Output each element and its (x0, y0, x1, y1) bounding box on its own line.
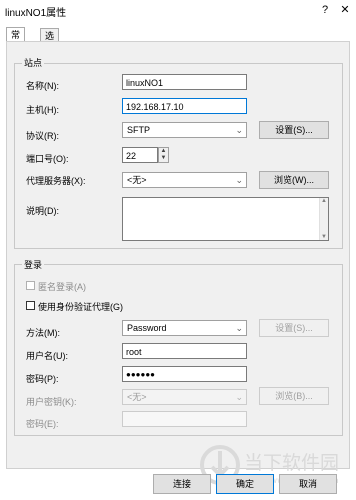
description-label: 说明(D): (26, 206, 59, 216)
agent-label: 使用身份验证代理(G) (38, 302, 123, 312)
userkey-label: 用户密钥(K): (26, 397, 77, 407)
protocol-label: 协议(R): (26, 131, 59, 141)
userkey-value: <无> (127, 392, 147, 402)
proxy-select[interactable]: <无> ⌄ (122, 172, 247, 188)
port-spinner[interactable]: ▲ ▼ (158, 147, 169, 163)
close-button[interactable]: ✕ (336, 2, 354, 18)
help-button[interactable]: ? (316, 2, 334, 18)
host-input[interactable]: 192.168.17.10 (122, 98, 247, 114)
anonymous-label: 匿名登录(A) (38, 282, 86, 292)
proxy-browse-button[interactable]: 浏览(W)... (259, 171, 329, 189)
spin-up-icon[interactable]: ▲ (159, 148, 168, 155)
scroll-down-icon[interactable]: ▼ (320, 234, 328, 240)
download-arrow-icon (210, 451, 230, 478)
protocol-select[interactable]: SFTP ⌄ (122, 122, 247, 138)
chevron-down-icon: ⌄ (235, 392, 243, 402)
agent-checkbox[interactable] (26, 301, 35, 310)
username-input[interactable]: root (122, 343, 247, 359)
proxy-label: 代理服务器(X): (26, 176, 86, 186)
watermark-text: 当下软件园 (244, 452, 339, 474)
chevron-down-icon: ⌄ (235, 175, 243, 185)
username-label: 用户名(U): (26, 351, 68, 361)
title-bar: linuxNO1属性 ? ✕ (0, 0, 356, 20)
password-label: 密码(P): (26, 374, 59, 384)
description-scrollbar[interactable]: ▲ ▼ (319, 198, 328, 240)
password-input[interactable]: ●●●●●● (122, 366, 247, 382)
passphrase-input[interactable] (122, 411, 247, 427)
method-value: Password (127, 323, 167, 333)
station-group-title: 站点 (22, 56, 45, 69)
spin-down-icon[interactable]: ▼ (159, 155, 168, 162)
port-input[interactable]: 22 (122, 147, 158, 163)
userkey-select[interactable]: <无> ⌄ (122, 389, 247, 405)
host-label: 主机(H): (26, 105, 59, 115)
cancel-button[interactable]: 取消 (279, 474, 337, 494)
port-label: 端口号(O): (26, 154, 69, 164)
chevron-down-icon: ⌄ (235, 323, 243, 333)
name-input[interactable]: linuxNO1 (122, 74, 247, 90)
chevron-down-icon: ⌄ (235, 125, 243, 135)
userkey-browse-button[interactable]: 浏览(B)... (259, 387, 329, 405)
passphrase-label: 密码(E): (26, 419, 59, 429)
proxy-value: <无> (127, 175, 147, 185)
method-label: 方法(M): (26, 328, 60, 338)
anonymous-checkbox[interactable] (26, 281, 35, 290)
window-title: linuxNO1属性 (5, 8, 67, 19)
protocol-settings-button[interactable]: 设置(S)... (259, 121, 329, 139)
description-textarea[interactable]: ▲ ▼ (122, 197, 329, 241)
scroll-up-icon[interactable]: ▲ (320, 198, 328, 204)
name-label: 名称(N): (26, 81, 59, 91)
ok-button[interactable]: 确定 (216, 474, 274, 494)
method-select[interactable]: Password ⌄ (122, 320, 247, 336)
connect-button[interactable]: 连接 (153, 474, 211, 494)
method-settings-button[interactable]: 设置(S)... (259, 319, 329, 337)
login-group-title: 登录 (22, 258, 45, 271)
protocol-value: SFTP (127, 125, 151, 135)
